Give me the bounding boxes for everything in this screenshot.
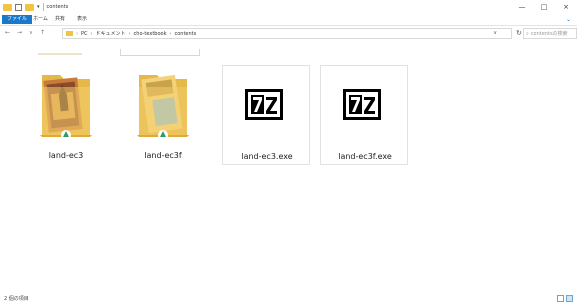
file-item[interactable]: land-ec3f.exe <box>320 65 408 165</box>
selection-hint <box>120 49 200 56</box>
file-item[interactable]: land-ec3f <box>119 65 207 165</box>
selection-hint <box>38 53 82 55</box>
window-controls: — □ × <box>511 0 577 14</box>
file-name[interactable]: land-ec3.exe <box>223 152 311 161</box>
breadcrumb-pc[interactable]: PC <box>81 31 88 37</box>
search-icon: ⌕ <box>526 30 529 37</box>
chevron-down-icon[interactable]: ⌄ <box>566 16 571 23</box>
file-item[interactable]: land-ec3 <box>22 65 110 165</box>
7zip-icon <box>343 89 381 120</box>
refresh-icon[interactable]: ↻ <box>516 29 522 37</box>
back-button[interactable]: ← <box>5 29 10 36</box>
maximize-button[interactable]: □ <box>533 0 555 14</box>
properties-icon[interactable] <box>15 3 22 11</box>
file-item[interactable]: land-ec3.exe <box>222 65 310 165</box>
breadcrumb-separator: › <box>128 30 131 37</box>
up-button[interactable]: ↑ <box>40 29 45 36</box>
address-bar[interactable]: › PC › ドキュメント › cho-textbook › contents … <box>62 28 512 39</box>
tab-view[interactable]: 表示 <box>72 15 92 24</box>
search-box[interactable]: ⌕ contentsの検索 <box>523 28 577 39</box>
view-switcher <box>557 295 573 302</box>
file-name[interactable]: land-ec3 <box>22 151 110 160</box>
breadcrumb-separator: › <box>90 30 93 37</box>
tab-share[interactable]: 共有 <box>50 15 70 24</box>
breadcrumb-documents[interactable]: ドキュメント <box>96 30 126 37</box>
file-list: land-ec3 land-ec3f land-ec3.exe land-ec3… <box>0 41 577 293</box>
forward-button[interactable]: → <box>17 29 22 36</box>
folder-icon <box>66 31 73 36</box>
divider <box>42 3 44 11</box>
details-view-icon[interactable] <box>557 295 564 302</box>
address-history-dropdown-icon[interactable]: ∨ <box>493 30 497 36</box>
status-bar: 2 個の項目 <box>0 293 577 305</box>
folder-icon <box>137 74 189 140</box>
breadcrumb-separator: › <box>76 30 78 37</box>
7zip-icon <box>245 89 283 120</box>
folder-icon <box>3 3 12 11</box>
ribbon: ファイル ホーム 共有 表示 ⌄ <box>0 14 577 26</box>
folder-icon <box>40 75 92 140</box>
file-name[interactable]: land-ec3f.exe <box>321 152 409 161</box>
recent-locations-button[interactable]: ∨ <box>29 30 33 36</box>
new-folder-icon[interactable] <box>25 3 34 11</box>
close-button[interactable]: × <box>555 0 577 14</box>
search-placeholder[interactable]: contentsの検索 <box>531 30 568 37</box>
breadcrumb-cho-textbook[interactable]: cho-textbook <box>134 31 167 37</box>
minimize-button[interactable]: — <box>511 0 533 14</box>
navigation-bar: ← → ∨ ↑ › PC › ドキュメント › cho-textbook › c… <box>0 27 577 41</box>
customize-dropdown-icon[interactable]: ▾ <box>37 4 40 10</box>
item-count: 2 個の項目 <box>4 296 29 302</box>
title-bar: ▾ contents — □ × <box>0 0 577 14</box>
file-name[interactable]: land-ec3f <box>119 151 207 160</box>
window-title: contents <box>46 4 69 10</box>
quick-access-toolbar: ▾ contents <box>3 2 68 12</box>
breadcrumb-contents[interactable]: contents <box>174 31 196 37</box>
breadcrumb-separator: › <box>169 30 172 37</box>
large-icons-view-icon[interactable] <box>566 295 573 302</box>
